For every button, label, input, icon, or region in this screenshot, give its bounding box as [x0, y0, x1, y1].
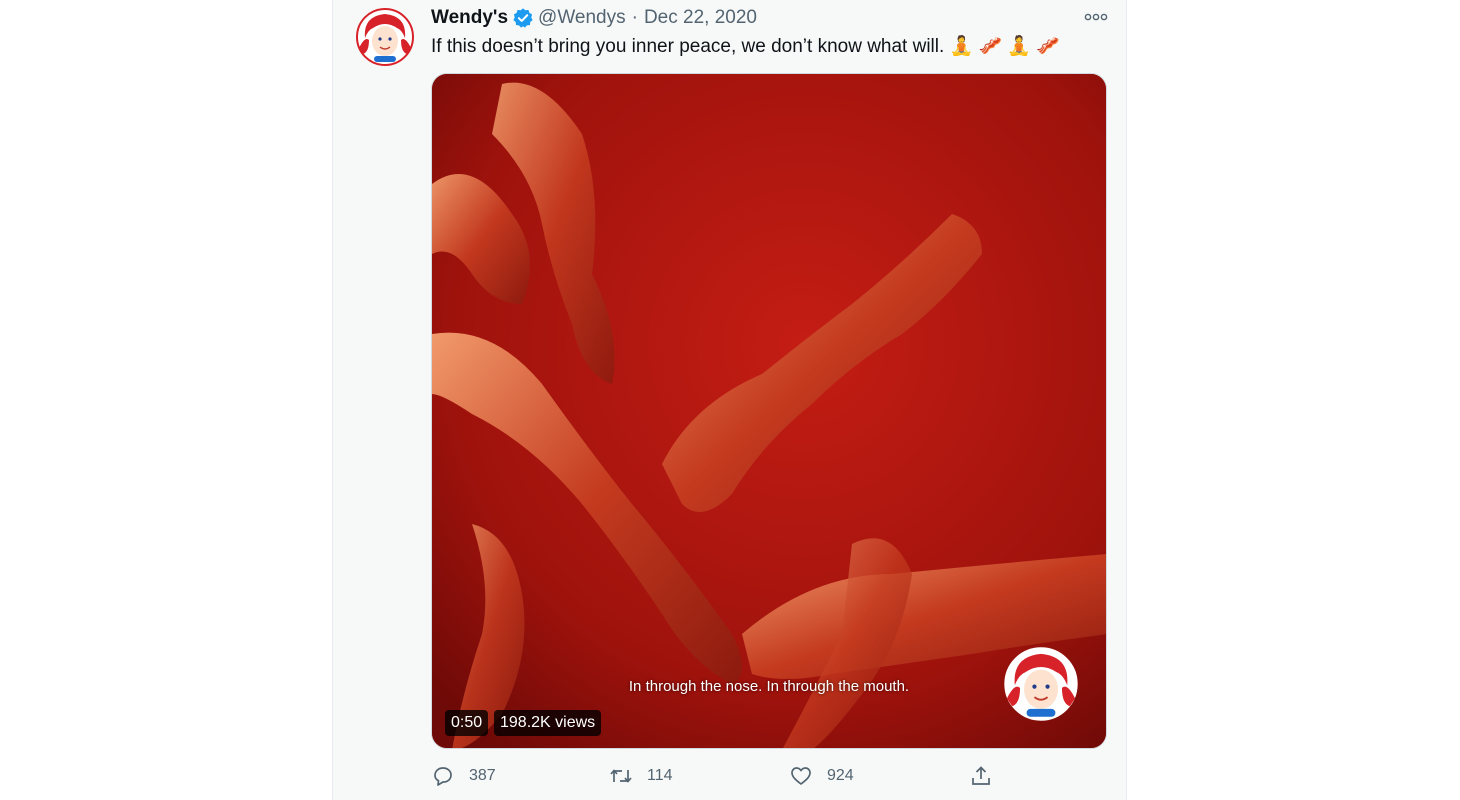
- wendys-logo-icon: [356, 8, 414, 66]
- like-count: 924: [827, 767, 854, 784]
- tweet-date[interactable]: Dec 22, 2020: [644, 7, 757, 29]
- tweet-card: Wendy's @Wendys · Dec 22, 2020 If this d…: [332, 0, 1127, 800]
- wendys-logo-icon: [1004, 647, 1078, 721]
- verified-badge-icon: [512, 7, 534, 29]
- like-button[interactable]: 924: [789, 762, 854, 790]
- heart-icon: [791, 767, 811, 785]
- reply-count: 387: [469, 767, 496, 784]
- share-icon: [972, 766, 990, 785]
- tweet-actions: 387 114 924: [431, 762, 1111, 790]
- video-duration: 0:50: [445, 710, 489, 736]
- retweet-count: 114: [647, 767, 673, 784]
- tweet-text: If this doesn’t bring you inner peace, w…: [431, 36, 1061, 57]
- retweet-icon: [610, 769, 632, 783]
- more-icon[interactable]: [1082, 8, 1110, 26]
- reply-button[interactable]: 387: [431, 762, 496, 790]
- share-button[interactable]: [969, 762, 993, 790]
- video-views: 198.2K views: [494, 710, 602, 736]
- reply-icon: [434, 767, 452, 786]
- handle[interactable]: @Wendys: [538, 7, 626, 29]
- tweet-header: Wendy's @Wendys · Dec 22, 2020: [431, 6, 757, 30]
- retweet-button[interactable]: 114: [609, 762, 673, 790]
- separator: ·: [631, 7, 638, 28]
- avatar[interactable]: [355, 8, 415, 66]
- display-name[interactable]: Wendy's: [431, 7, 508, 29]
- video-player[interactable]: In through the nose. In through the mout…: [431, 73, 1107, 749]
